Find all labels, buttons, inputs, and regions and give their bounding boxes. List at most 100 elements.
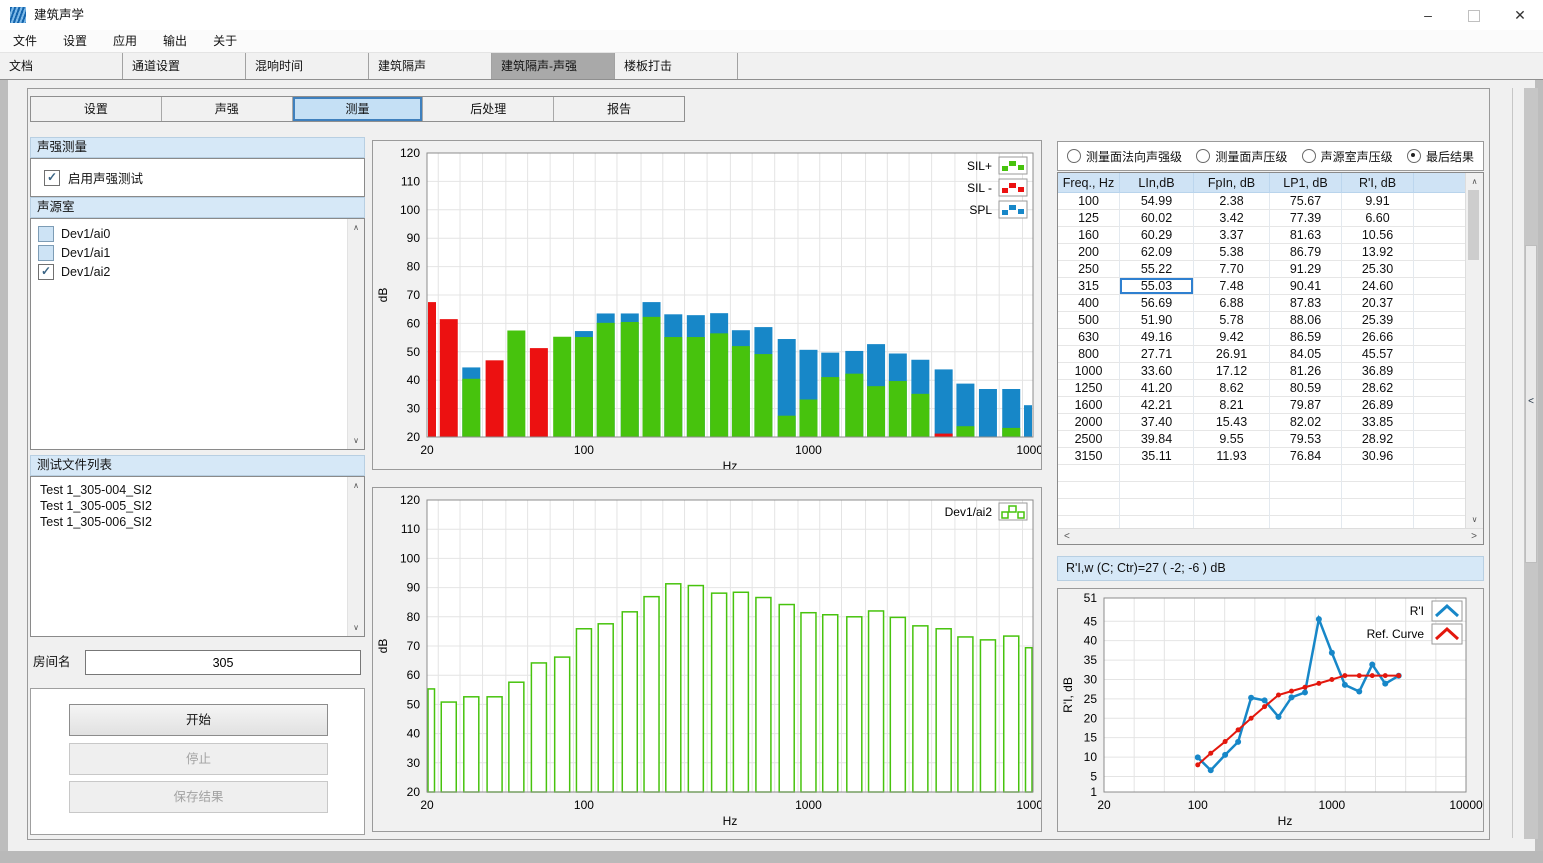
- save-results-button[interactable]: 保存结果: [69, 781, 328, 813]
- close-button[interactable]: ✕: [1497, 0, 1543, 30]
- menu-item[interactable]: 输出: [150, 30, 200, 52]
- table-cell[interactable]: 3150: [1058, 448, 1120, 465]
- table-cell[interactable]: [1414, 397, 1467, 414]
- table-cell[interactable]: 37.40: [1120, 414, 1194, 431]
- table-cell[interactable]: 87.83: [1270, 295, 1342, 312]
- table-cell[interactable]: 8.21: [1194, 397, 1270, 414]
- table-cell[interactable]: 9.55: [1194, 431, 1270, 448]
- radio-option[interactable]: 测量面声压级: [1196, 148, 1287, 165]
- radio-option[interactable]: 测量面法向声强级: [1067, 148, 1182, 165]
- tab-4[interactable]: 建筑隔声: [369, 53, 492, 79]
- table-row[interactable]: 10054.992.3875.679.91: [1058, 193, 1467, 210]
- channel-list-scrollbar[interactable]: ∧ ∨: [347, 219, 364, 449]
- table-cell[interactable]: 84.05: [1270, 346, 1342, 363]
- channel-list-item[interactable]: ✓Dev1/ai2: [38, 262, 364, 281]
- table-cell[interactable]: 26.89: [1342, 397, 1414, 414]
- table-cell[interactable]: 6.88: [1194, 295, 1270, 312]
- radio-option[interactable]: 最后结果: [1407, 148, 1474, 165]
- scroll-left-icon[interactable]: <: [1064, 531, 1070, 542]
- table-cell[interactable]: 28.92: [1342, 431, 1414, 448]
- tab-2[interactable]: 通道设置: [123, 53, 246, 79]
- table-cell[interactable]: [1414, 210, 1467, 227]
- table-cell[interactable]: 800: [1058, 346, 1120, 363]
- table-cell[interactable]: 1600: [1058, 397, 1120, 414]
- scroll-up-icon[interactable]: ∧: [348, 478, 364, 493]
- table-row[interactable]: 315035.1111.9376.8430.96: [1058, 448, 1467, 465]
- table-cell[interactable]: [1414, 193, 1467, 210]
- table-cell[interactable]: 79.53: [1270, 431, 1342, 448]
- table-cell[interactable]: 11.93: [1194, 448, 1270, 465]
- menu-item[interactable]: 设置: [50, 30, 100, 52]
- table-cell[interactable]: [1414, 261, 1467, 278]
- table-cell[interactable]: [1414, 244, 1467, 261]
- menu-item[interactable]: 文件: [0, 30, 50, 52]
- table-cell[interactable]: 75.67: [1270, 193, 1342, 210]
- table-cell[interactable]: [1414, 346, 1467, 363]
- table-row[interactable]: 16060.293.3781.6310.56: [1058, 227, 1467, 244]
- table-row[interactable]: 100033.6017.1281.2636.89: [1058, 363, 1467, 380]
- scroll-up-icon[interactable]: ∧: [348, 220, 364, 235]
- table-cell[interactable]: 160: [1058, 227, 1120, 244]
- table-cell[interactable]: 8.62: [1194, 380, 1270, 397]
- channel-checkbox[interactable]: [38, 226, 54, 242]
- table-row[interactable]: 160042.218.2179.8726.89: [1058, 397, 1467, 414]
- table-cell[interactable]: 86.79: [1270, 244, 1342, 261]
- table-cell[interactable]: 200: [1058, 244, 1120, 261]
- table-cell[interactable]: 30.96: [1342, 448, 1414, 465]
- scrollbar-thumb[interactable]: [1468, 190, 1479, 260]
- table-cell[interactable]: 45.57: [1342, 346, 1414, 363]
- table-cell[interactable]: 55.22: [1120, 261, 1194, 278]
- table-cell[interactable]: [1414, 431, 1467, 448]
- table-cell[interactable]: 26.66: [1342, 329, 1414, 346]
- table-cell[interactable]: 41.20: [1120, 380, 1194, 397]
- minimize-button[interactable]: –: [1405, 0, 1451, 30]
- table-cell[interactable]: 7.70: [1194, 261, 1270, 278]
- table-cell[interactable]: 5.38: [1194, 244, 1270, 261]
- table-cell[interactable]: 100: [1058, 193, 1120, 210]
- table-cell[interactable]: 55.03: [1120, 278, 1194, 295]
- table-cell[interactable]: 400: [1058, 295, 1120, 312]
- table-cell[interactable]: 51.90: [1120, 312, 1194, 329]
- subtab-4[interactable]: 后处理: [423, 97, 554, 121]
- table-cell[interactable]: 54.99: [1120, 193, 1194, 210]
- table-cell[interactable]: 28.62: [1342, 380, 1414, 397]
- enable-si-checkbox[interactable]: ✓: [44, 170, 60, 186]
- tab-5[interactable]: 建筑隔声-声强: [492, 53, 615, 79]
- table-row[interactable]: 63049.169.4286.5926.66: [1058, 329, 1467, 346]
- legend-item[interactable]: Dev1/ai2: [945, 503, 1027, 520]
- table-cell[interactable]: 76.84: [1270, 448, 1342, 465]
- table-row[interactable]: 50051.905.7888.0625.39: [1058, 312, 1467, 329]
- table-cell[interactable]: [1414, 295, 1467, 312]
- file-list-item[interactable]: Test 1_305-005_SI2: [40, 498, 364, 514]
- table-cell[interactable]: 56.69: [1120, 295, 1194, 312]
- radio-option[interactable]: 声源室声压级: [1302, 148, 1393, 165]
- table-cell[interactable]: 7.48: [1194, 278, 1270, 295]
- table-cell[interactable]: 25.39: [1342, 312, 1414, 329]
- table-cell[interactable]: 6.60: [1342, 210, 1414, 227]
- scroll-down-icon[interactable]: ∨: [348, 620, 364, 635]
- table-cell[interactable]: 2000: [1058, 414, 1120, 431]
- table-cell[interactable]: 33.85: [1342, 414, 1414, 431]
- menu-item[interactable]: 应用: [100, 30, 150, 52]
- table-cell[interactable]: 9.42: [1194, 329, 1270, 346]
- table-cell[interactable]: 81.26: [1270, 363, 1342, 380]
- table-cell[interactable]: [1414, 380, 1467, 397]
- table-cell[interactable]: 15.43: [1194, 414, 1270, 431]
- table-cell[interactable]: [1414, 329, 1467, 346]
- table-row[interactable]: 12560.023.4277.396.60: [1058, 210, 1467, 227]
- table-cell[interactable]: 2500: [1058, 431, 1120, 448]
- file-list-item[interactable]: Test 1_305-004_SI2: [40, 482, 364, 498]
- channel-checkbox[interactable]: [38, 245, 54, 261]
- scroll-up-icon[interactable]: ∧: [1466, 174, 1483, 189]
- table-cell[interactable]: 77.39: [1270, 210, 1342, 227]
- table-cell[interactable]: [1414, 363, 1467, 380]
- table-cell[interactable]: 25.30: [1342, 261, 1414, 278]
- maximize-button[interactable]: [1451, 0, 1497, 30]
- table-cell[interactable]: 35.11: [1120, 448, 1194, 465]
- table-cell[interactable]: 24.60: [1342, 278, 1414, 295]
- tab-3[interactable]: 混响时间: [246, 53, 369, 79]
- subtab-5[interactable]: 报告: [554, 97, 684, 121]
- table-cell[interactable]: 42.21: [1120, 397, 1194, 414]
- table-row[interactable]: 250039.849.5579.5328.92: [1058, 431, 1467, 448]
- table-cell[interactable]: 1000: [1058, 363, 1120, 380]
